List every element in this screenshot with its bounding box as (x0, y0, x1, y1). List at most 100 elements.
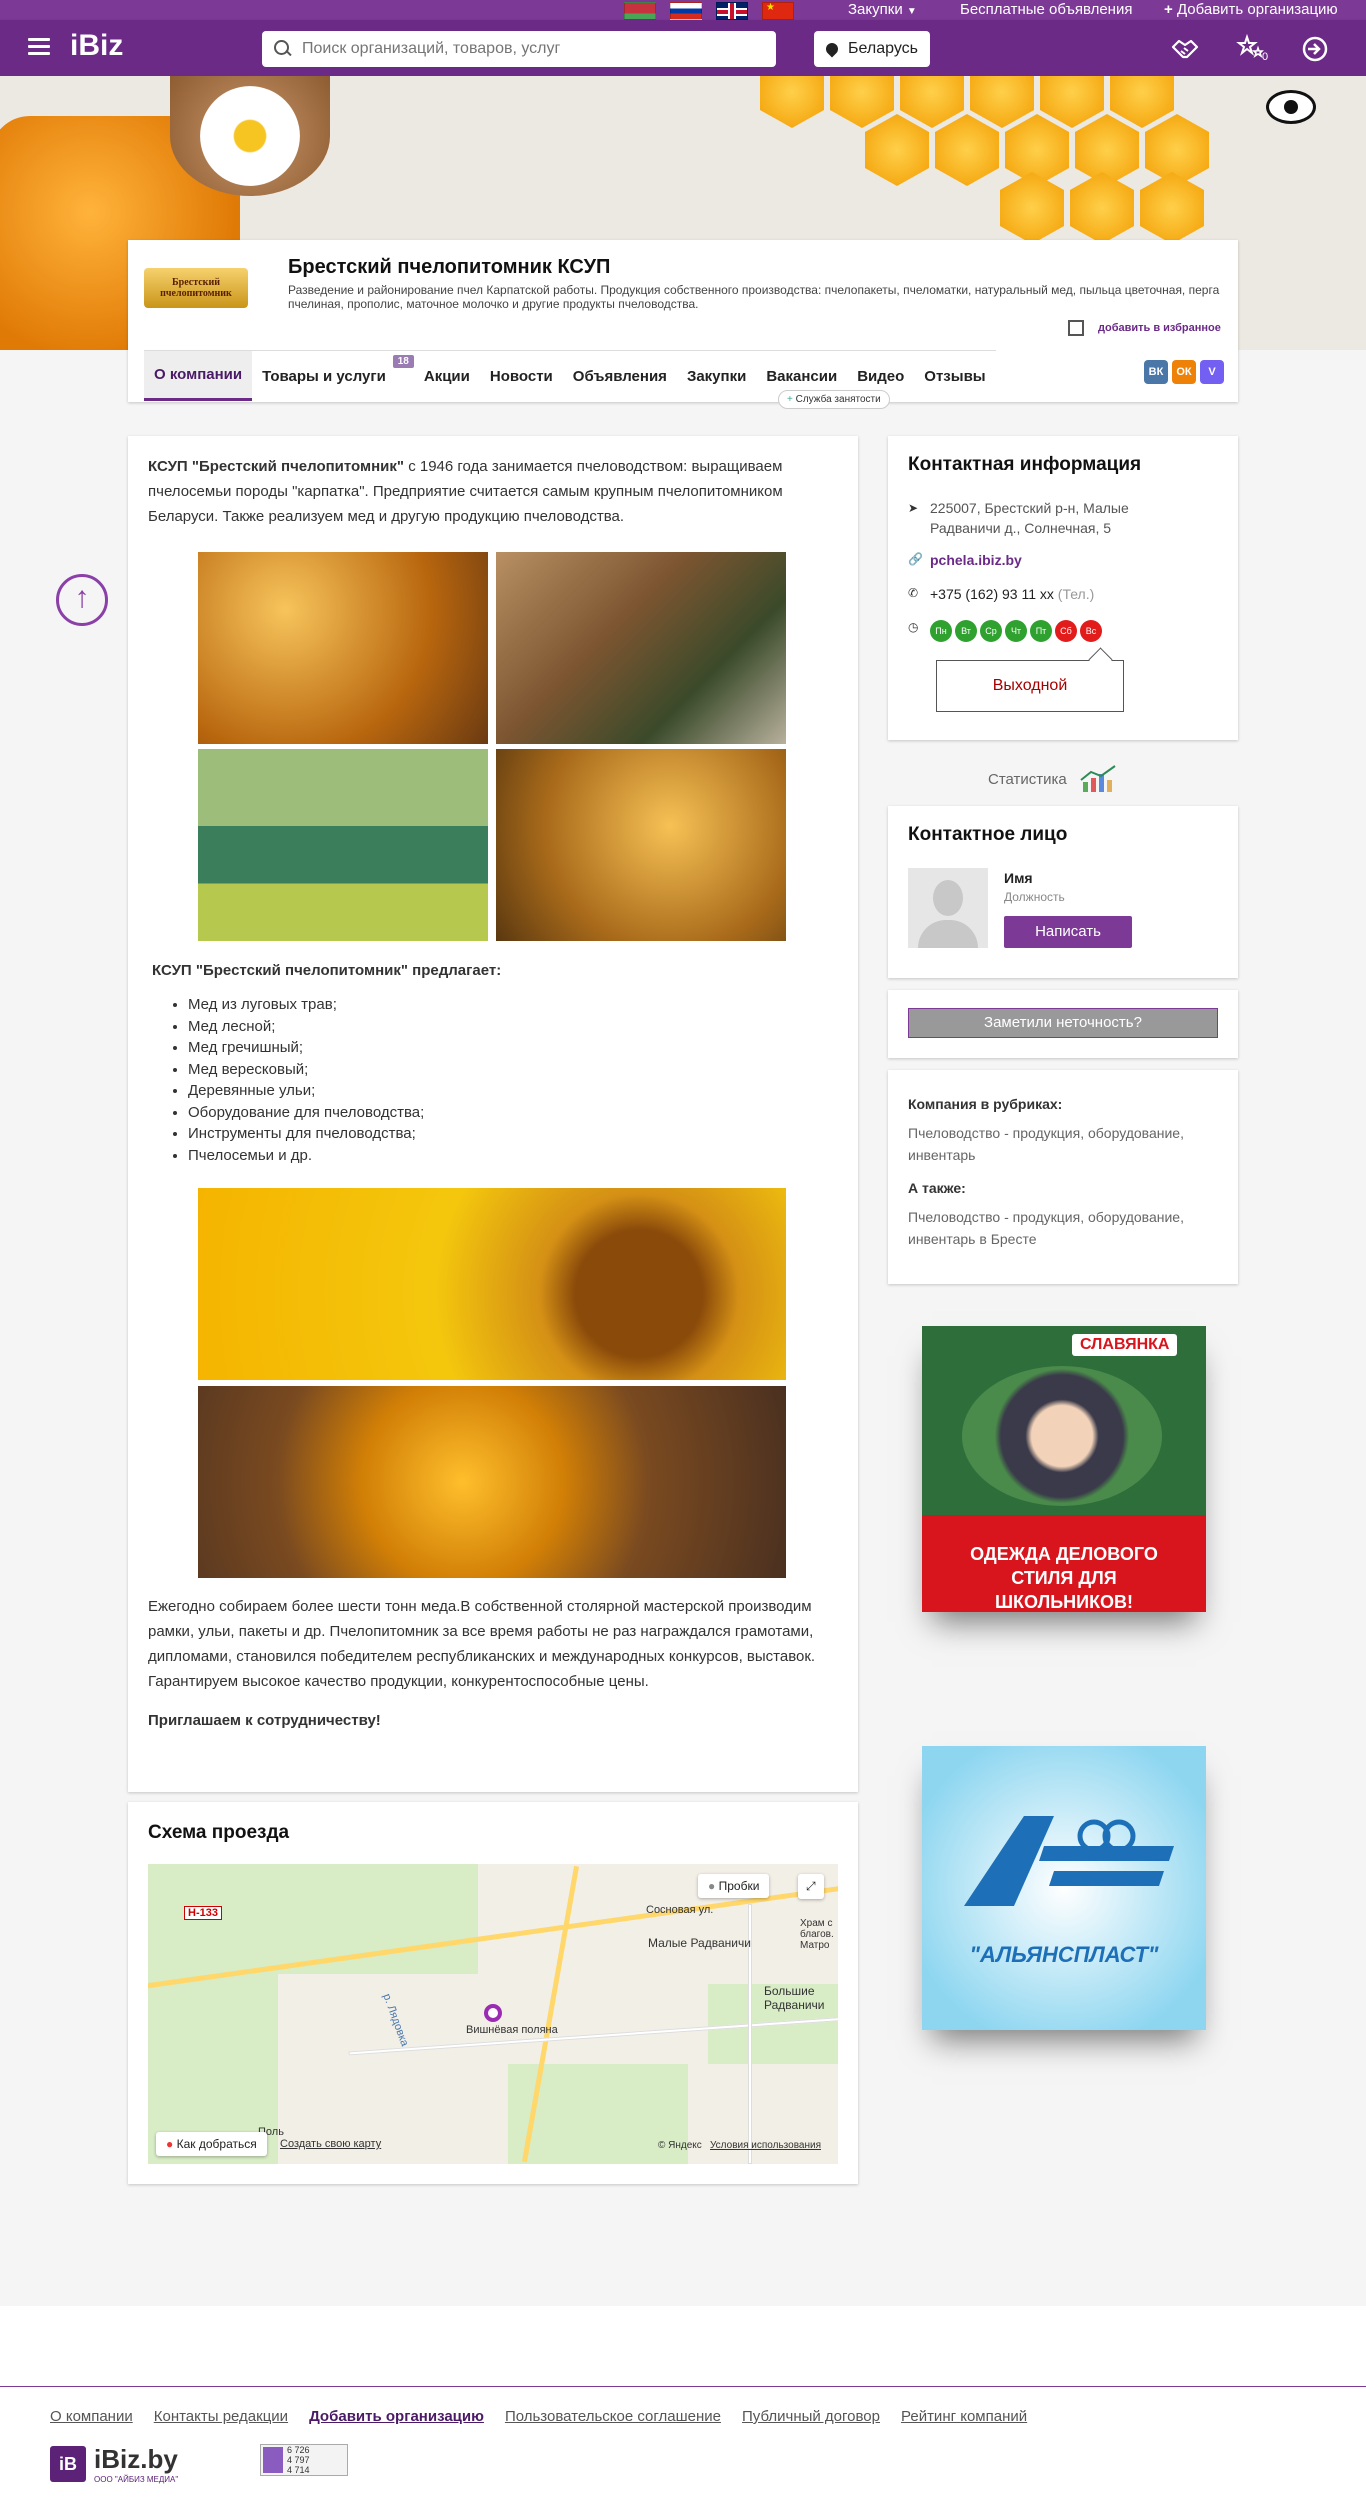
week-days: Пн Вт Ср Чт Пт Сб Вс (930, 620, 1102, 642)
favorites-stars-icon[interactable]: 0 (1236, 33, 1268, 64)
company-logo-line2: пчелопитомник (160, 288, 232, 299)
honeycomb-cell (1070, 172, 1134, 244)
tab-reviews[interactable]: Отзывы (914, 351, 995, 401)
region-select[interactable]: Беларусь (814, 31, 930, 67)
counter-value: 6 726 (287, 2445, 310, 2455)
day-sat[interactable]: Сб (1055, 620, 1077, 642)
menu-icon[interactable] (28, 38, 50, 56)
tab-about[interactable]: О компании (144, 351, 253, 401)
chevron-down-icon: ▼ (906, 6, 917, 17)
clock-icon: ◷ (908, 620, 919, 634)
day-off-tooltip: Выходной (936, 660, 1124, 712)
phone-number[interactable]: +375 (162) 93 11 xx (930, 586, 1054, 602)
tab-purchases[interactable]: Закупки (677, 351, 756, 401)
flag-ru-icon[interactable] (670, 2, 702, 20)
flag-gb-icon[interactable] (716, 2, 748, 20)
fullscreen-icon[interactable]: ⤢ (798, 1874, 824, 1899)
footer-link-add-org[interactable]: Добавить организацию (309, 2408, 484, 2425)
login-icon[interactable] (1300, 34, 1330, 64)
tab-news[interactable]: Новости (480, 351, 563, 401)
honeycomb-cell (760, 76, 824, 128)
map-place-label: Вишнёвая поляна (466, 2024, 558, 2036)
list-item: Мед вересковый; (188, 1059, 424, 1081)
slavyanka-ad-banner[interactable]: СЛАВЯНКА ОДЕЖДА ДЕЛОВОГО СТИЛЯ ДЛЯ ШКОЛЬ… (922, 1326, 1206, 1612)
favorite-checkbox[interactable] (1068, 320, 1084, 336)
flag-cn-icon[interactable] (762, 2, 794, 20)
employment-service-badge[interactable]: + Служба занятости (778, 390, 890, 409)
free-ads-link[interactable]: Бесплатные объявления (960, 1, 1132, 18)
address-row: ➤ 225007, Брестский р-н, Малые Радваничи… (908, 498, 1208, 538)
footer-link-agreement[interactable]: Пользовательское соглашение (505, 2408, 721, 2425)
list-item: Пчелосемьи и др. (188, 1145, 424, 1167)
route-button[interactable]: ● Как добраться (156, 2132, 267, 2156)
day-fri[interactable]: Пт (1030, 620, 1052, 642)
add-org-label: Добавить организацию (1176, 1, 1338, 18)
search-box[interactable] (262, 31, 776, 67)
map-church-label: Храм с благов. Матро (800, 1918, 834, 1951)
traffic-button[interactable]: ● Пробки (698, 1874, 770, 1898)
footer-links: О компании Контакты редакции Добавить ор… (50, 2408, 1027, 2425)
company-location-marker[interactable] (484, 2004, 502, 2022)
handshake-icon[interactable] (1170, 34, 1200, 64)
chamomile-image (200, 86, 300, 186)
flag-by-icon[interactable] (624, 2, 656, 20)
honeycomb-cell (830, 76, 894, 128)
company-card: Брестский пчелопитомник Брестский пчелоп… (128, 240, 1238, 409)
ok-icon[interactable]: ОК (1172, 360, 1196, 384)
site-logo[interactable]: iBiz (70, 29, 123, 63)
viber-icon[interactable]: V (1200, 360, 1224, 384)
footer-link-contacts[interactable]: Контакты редакции (154, 2408, 288, 2425)
add-org-link[interactable]: + Добавить организацию (1164, 1, 1338, 18)
footer-link-about[interactable]: О компании (50, 2408, 133, 2425)
write-button[interactable]: Написать (1004, 916, 1132, 948)
day-wed[interactable]: Ср (980, 620, 1002, 642)
alyansplast-ad-banner[interactable]: "АЛЬЯНСПЛАСТ" (922, 1746, 1206, 2030)
apiary-hives-photo (198, 749, 488, 941)
tab-ads[interactable]: Объявления (563, 351, 677, 401)
counter-value: 4 714 (287, 2465, 310, 2475)
eye-icon[interactable] (1266, 90, 1316, 124)
route-pin-icon: ● (166, 2137, 174, 2151)
tab-products[interactable]: Товары и услуги 18 (252, 351, 414, 401)
purchases-label: Закупки (848, 1, 903, 18)
contact-person-position: Должность (1004, 890, 1065, 904)
scroll-up-icon[interactable]: ↑ (56, 574, 108, 626)
yandex-map[interactable]: Н-133 Сосновая ул. Малые Радваничи Больш… (148, 1864, 838, 2164)
day-tue[interactable]: Вт (955, 620, 977, 642)
create-map-link[interactable]: Создать свою карту (280, 2138, 381, 2150)
footer-divider (0, 2386, 1366, 2387)
day-thu[interactable]: Чт (1005, 620, 1027, 642)
footer-logo-icon: iB (50, 2446, 86, 2482)
vk-icon[interactable]: ВК (1144, 360, 1168, 384)
day-sun[interactable]: Вс (1080, 620, 1102, 642)
add-to-favorites[interactable]: добавить в избранное (1068, 320, 1221, 336)
offers-heading: КСУП "Брестский пчелопитомник" предлагае… (152, 962, 502, 979)
honeycomb-cell (970, 76, 1034, 128)
map-terms-link[interactable]: Условия использования (710, 2140, 821, 2151)
footer-logo[interactable]: iB iBiz.by ООО "АЙБИЗ МЕДИА" (50, 2444, 178, 2484)
about-intro: КСУП "Брестский пчелопитомник" с 1946 го… (148, 454, 838, 529)
tab-promotions[interactable]: Акции (414, 351, 480, 401)
map-street-label: Сосновая ул. (646, 1904, 714, 1916)
visit-counter[interactable]: 6 726 4 797 4 714 (260, 2444, 348, 2476)
statistics-link[interactable]: Статистика (988, 764, 1125, 794)
contact-info-title: Контактная информация (908, 454, 1142, 475)
site-link[interactable]: pchela.ibiz.by (930, 552, 1022, 568)
company-name: Брестский пчелопитомник КСУП (288, 256, 611, 278)
about-closing: Ежегодно собираем более шести тонн меда.… (148, 1598, 816, 1690)
day-mon[interactable]: Пн (930, 620, 952, 642)
avatar (908, 868, 988, 948)
honeycomb-cell (935, 114, 999, 186)
rubric-link[interactable]: Пчеловодство - продукция, оборудование, … (908, 1122, 1218, 1166)
report-inaccuracy-button[interactable]: Заметили неточность? (908, 1008, 1218, 1038)
rubric-also-link[interactable]: Пчеловодство - продукция, оборудование, … (908, 1206, 1218, 1250)
list-item: Мед гречишный; (188, 1037, 424, 1059)
honeycomb-cell (1110, 76, 1174, 128)
region-label: Беларусь (848, 40, 918, 57)
honeycomb-cell (1140, 172, 1204, 244)
footer-link-contract[interactable]: Публичный договор (742, 2408, 880, 2425)
search-input[interactable] (302, 40, 742, 58)
purchases-dropdown[interactable]: Закупки ▼ (848, 1, 917, 18)
favorite-label: добавить в избранное (1098, 322, 1221, 334)
footer-link-rating[interactable]: Рейтинг компаний (901, 2408, 1027, 2425)
